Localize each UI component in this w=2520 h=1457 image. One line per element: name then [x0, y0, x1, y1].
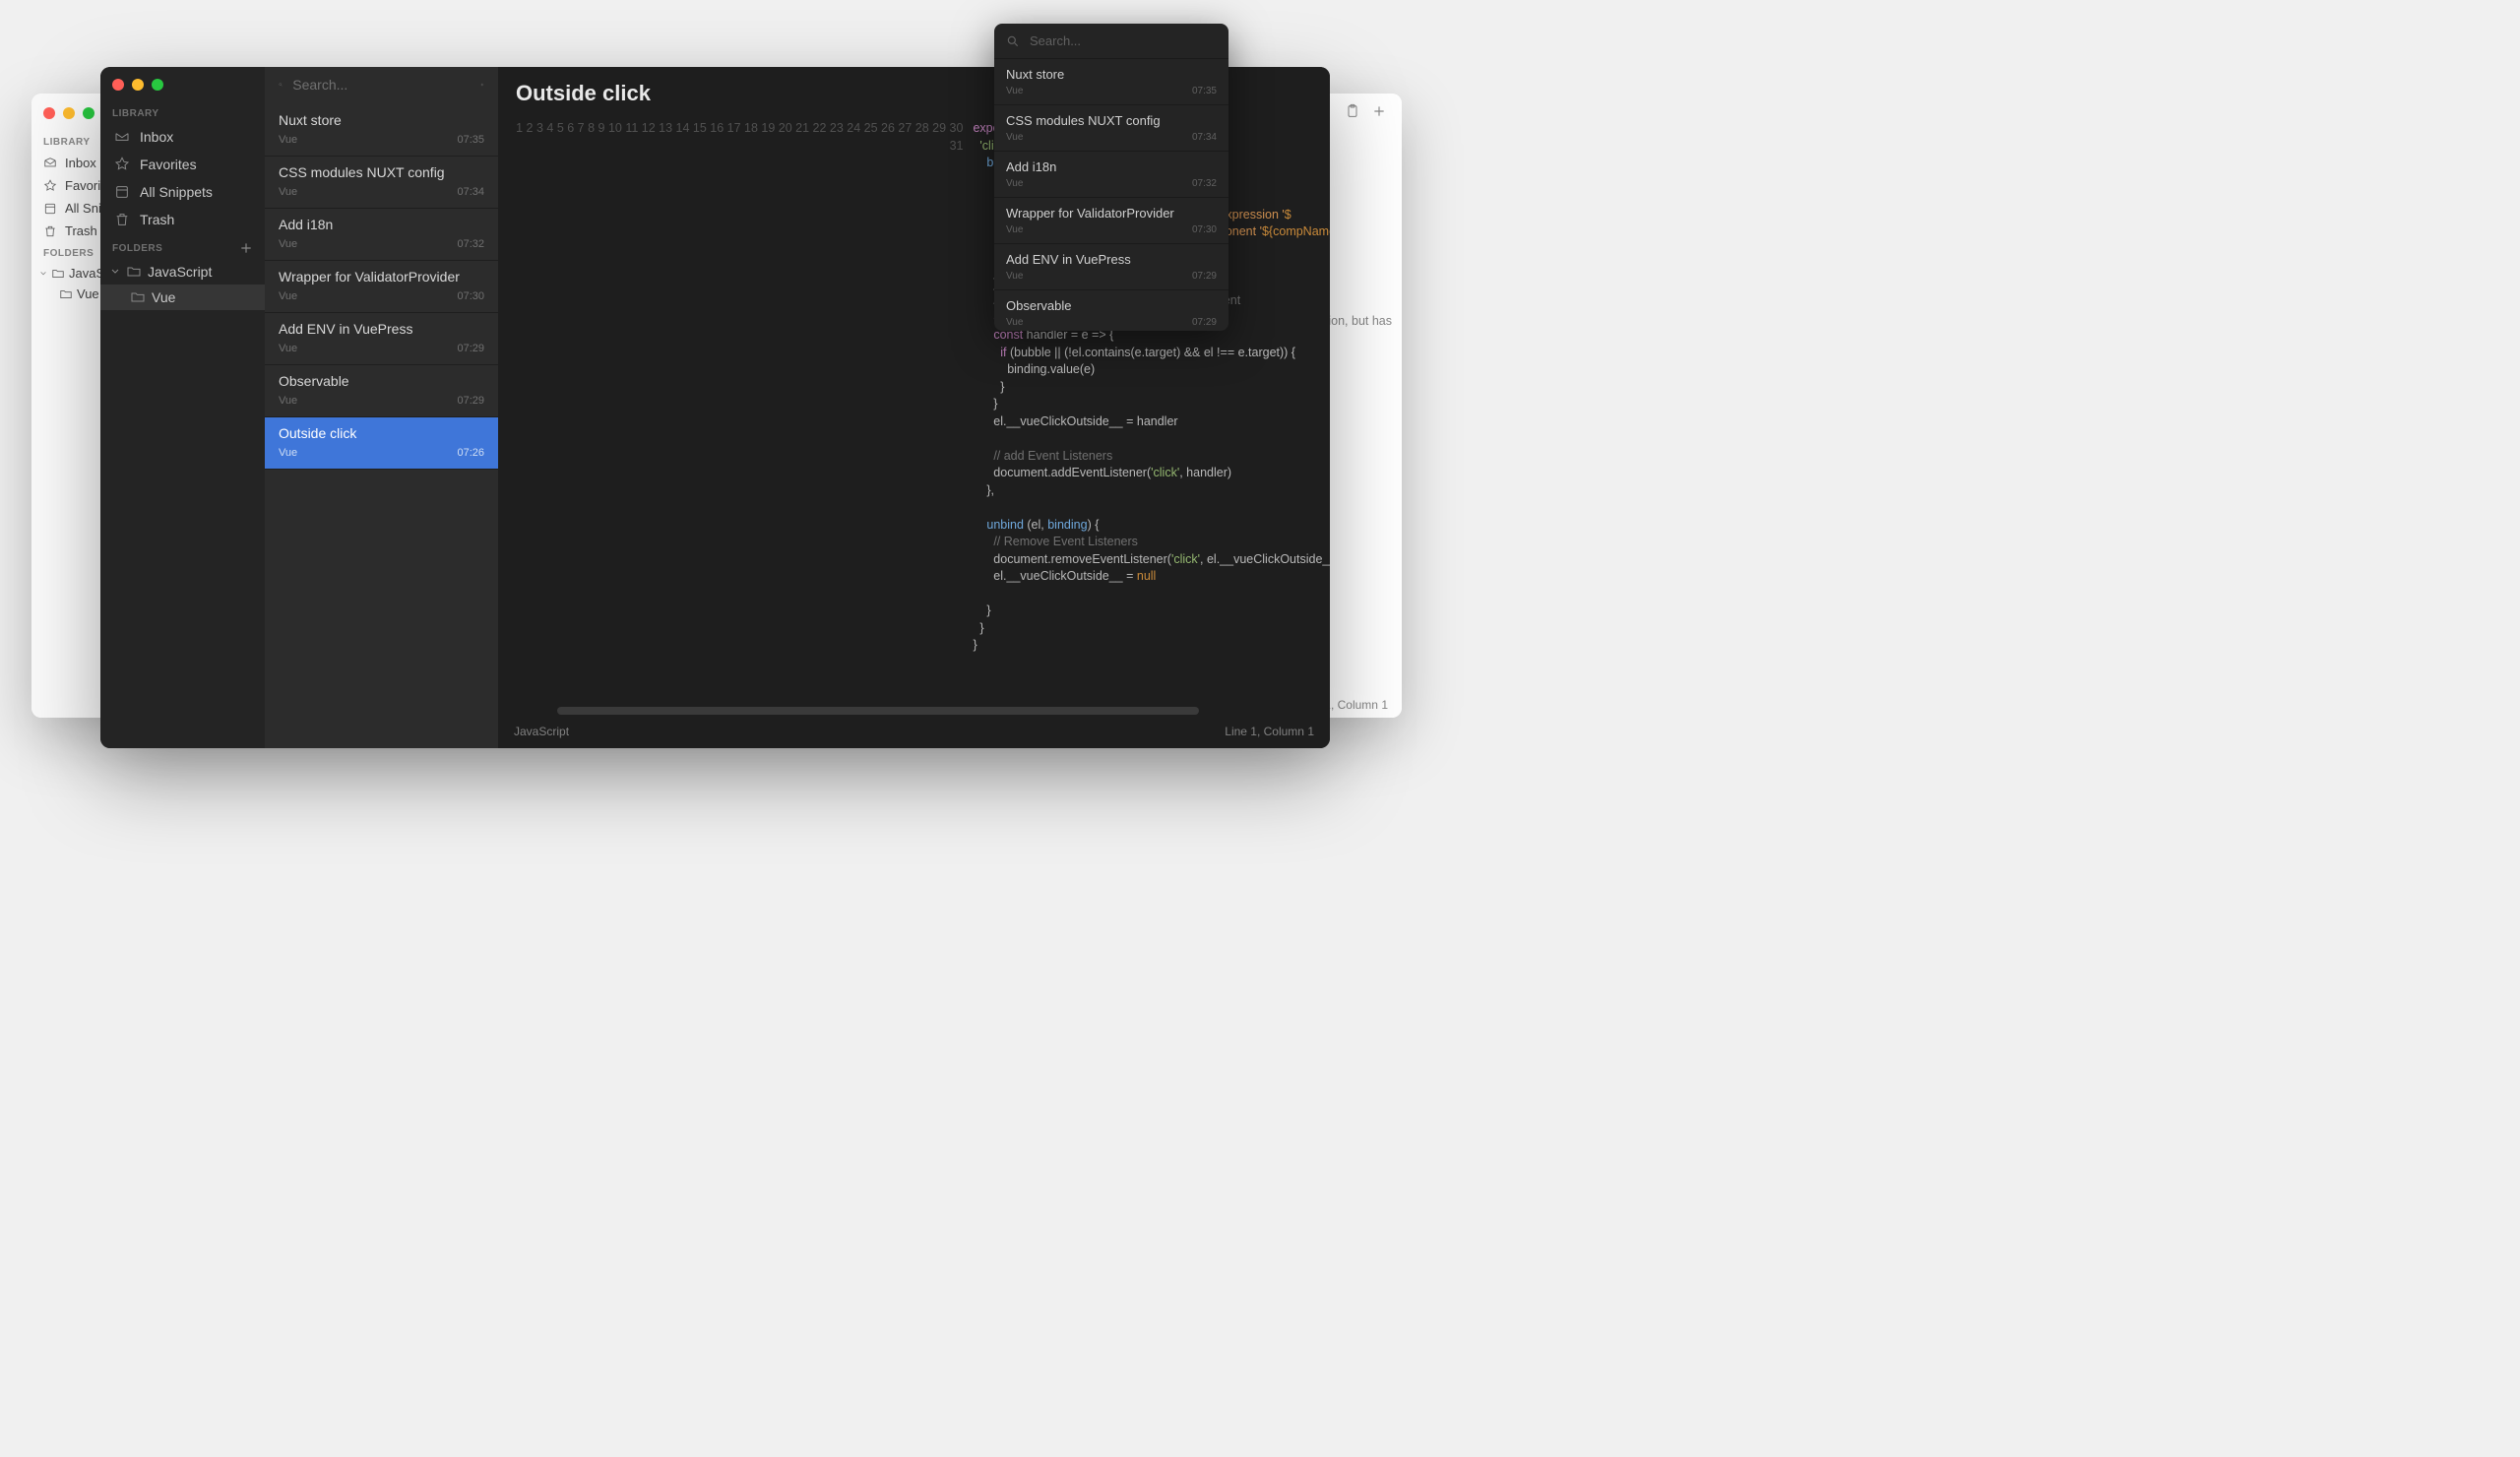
popover-item[interactable]: Nuxt store Vue 07:35	[994, 58, 1228, 104]
dark-library-label: LIBRARY	[100, 102, 265, 123]
popover-search-input[interactable]	[1030, 33, 1217, 48]
cursor-position: Line 1, Column 1	[1225, 725, 1314, 738]
popover-item-tag: Vue	[1006, 271, 1023, 282]
popover-item-title: Add i18n	[1006, 159, 1217, 174]
line-gutter: 1 2 3 4 5 6 7 8 9 10 11 12 13 14 15 16 1…	[506, 120, 973, 707]
plus-icon[interactable]	[1372, 104, 1386, 118]
clipboard-icon[interactable]	[1345, 103, 1360, 119]
minimize-dot[interactable]	[63, 107, 75, 119]
snippet-tag: Vue	[279, 186, 297, 198]
popover-item-title: Wrapper for ValidatorProvider	[1006, 206, 1217, 221]
snippet-time: 07:30	[457, 290, 484, 302]
popover-item-time: 07:29	[1192, 317, 1217, 328]
dark-folder-vue[interactable]: Vue	[100, 285, 265, 310]
dark-trash[interactable]: Trash	[100, 206, 265, 233]
dark-folder-javascript[interactable]: JavaScript	[100, 259, 265, 285]
snippet-tag: Vue	[279, 447, 297, 459]
popover-item-tag: Vue	[1006, 86, 1023, 96]
dark-traffic-lights	[100, 73, 265, 102]
snippet-item[interactable]: Outside click Vue 07:26	[265, 417, 498, 470]
popover-item-tag: Vue	[1006, 224, 1023, 235]
popover-item-time: 07:34	[1192, 132, 1217, 143]
snippet-tag: Vue	[279, 343, 297, 354]
search-popover: Nuxt store Vue 07:35 CSS modules NUXT confi…	[994, 24, 1228, 331]
close-dot[interactable]	[43, 107, 55, 119]
snippet-title: Outside click	[279, 425, 484, 441]
snippet-title: Wrapper for ValidatorProvider	[279, 269, 484, 285]
dark-sidebar: LIBRARY Inbox Favorites All Snippets Tra…	[100, 67, 265, 748]
snippet-time: 07:29	[457, 343, 484, 354]
snippet-tag: Vue	[279, 238, 297, 250]
snippet-time: 07:34	[457, 186, 484, 198]
popover-item-tag: Vue	[1006, 132, 1023, 143]
snippet-item[interactable]: Nuxt store Vue 07:35	[265, 104, 498, 157]
snippet-item[interactable]: Wrapper for ValidatorProvider Vue 07:30	[265, 261, 498, 313]
popover-item-title: Observable	[1006, 298, 1217, 313]
snippet-tag: Vue	[279, 395, 297, 407]
snippet-time: 07:29	[457, 395, 484, 407]
popover-item[interactable]: CSS modules NUXT config Vue 07:34	[994, 104, 1228, 151]
snippet-title: Add ENV in VuePress	[279, 321, 484, 337]
dark-all-snippets[interactable]: All Snippets	[100, 178, 265, 206]
snippet-time: 07:35	[457, 134, 484, 146]
dark-folders-label: FOLDERS	[112, 243, 162, 254]
minimize-dot[interactable]	[132, 79, 144, 91]
popover-item[interactable]: Wrapper for ValidatorProvider Vue 07:30	[994, 197, 1228, 243]
language-label: JavaScript	[514, 725, 569, 738]
snippet-list: Nuxt store Vue 07:35 CSS modules NUXT confi…	[265, 67, 498, 748]
editor-footer: JavaScript Line 1, Column 1	[498, 719, 1330, 748]
snippet-title: Nuxt store	[279, 112, 484, 128]
snippet-time: 07:26	[457, 447, 484, 459]
snippet-title: CSS modules NUXT config	[279, 164, 484, 180]
search-icon	[279, 77, 283, 93]
zoom-dot[interactable]	[152, 79, 163, 91]
search-bar	[265, 67, 498, 104]
search-input[interactable]	[292, 77, 471, 93]
snippet-title: Add i18n	[279, 217, 484, 232]
popover-item[interactable]: Add i18n Vue 07:32	[994, 151, 1228, 197]
popover-item-title: Add ENV in VuePress	[1006, 252, 1217, 267]
popover-item-tag: Vue	[1006, 317, 1023, 328]
popover-item-title: CSS modules NUXT config	[1006, 113, 1217, 128]
popover-item-time: 07:32	[1192, 178, 1217, 189]
horizontal-scrollbar[interactable]	[557, 707, 1312, 715]
snippet-item[interactable]: Observable Vue 07:29	[265, 365, 498, 417]
snippet-item[interactable]: Add ENV in VuePress Vue 07:29	[265, 313, 498, 365]
add-snippet-icon[interactable]	[480, 78, 484, 92]
popover-item[interactable]: Add ENV in VuePress Vue 07:29	[994, 243, 1228, 289]
popover-item[interactable]: Observable Vue 07:29	[994, 289, 1228, 331]
snippet-title: Observable	[279, 373, 484, 389]
snippet-tag: Vue	[279, 290, 297, 302]
snippet-item[interactable]: Add i18n Vue 07:32	[265, 209, 498, 261]
popover-item-time: 07:29	[1192, 271, 1217, 282]
add-folder-icon[interactable]	[239, 241, 253, 255]
popover-item-time: 07:35	[1192, 86, 1217, 96]
close-dot[interactable]	[112, 79, 124, 91]
popover-item-tag: Vue	[1006, 178, 1023, 189]
search-icon	[1006, 34, 1020, 48]
snippet-item[interactable]: CSS modules NUXT config Vue 07:34	[265, 157, 498, 209]
snippet-time: 07:32	[457, 238, 484, 250]
zoom-dot[interactable]	[83, 107, 94, 119]
dark-favorites[interactable]: Favorites	[100, 151, 265, 178]
snippet-tag: Vue	[279, 134, 297, 146]
dark-inbox[interactable]: Inbox	[100, 123, 265, 151]
popover-item-title: Nuxt store	[1006, 67, 1217, 82]
popover-search	[994, 24, 1228, 58]
popover-item-time: 07:30	[1192, 224, 1217, 235]
